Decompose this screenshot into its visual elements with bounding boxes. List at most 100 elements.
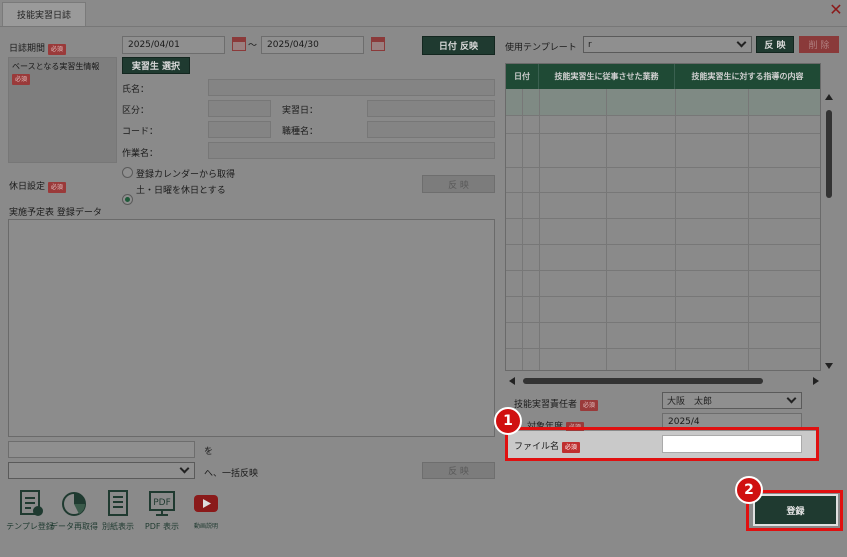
chevron-down-icon [786,393,797,404]
grid-header-date: 日付 [506,64,539,89]
date-to-input[interactable]: 2025/04/30 [261,36,364,54]
work-name-label: 作業名： [122,149,159,159]
grid-divider [522,89,523,370]
tool-label: 動画説明 [193,523,218,530]
holiday-label: 休日設定 必須 [9,179,66,193]
plan-data-label: 実施予定表 登録データ [9,208,102,218]
table-row[interactable] [506,134,820,168]
calendar-icon[interactable] [371,37,385,51]
template-label: 使用テンプレート [505,43,577,53]
data-refetch-icon [62,492,86,516]
division-label: 区分： [122,106,150,116]
template-register-button[interactable]: テンプレ登録 [6,488,54,532]
template-value: r [588,39,592,50]
radio-weekend-label: 土・日曜を休日とする [136,186,226,196]
calendar-icon[interactable] [232,37,246,51]
attachment-view-icon [108,490,128,516]
scroll-down-icon[interactable] [825,363,833,369]
callout-badge-2: 2 [735,476,763,504]
responsible-value: 大阪 太郎 [667,397,713,407]
scroll-up-icon[interactable] [825,94,833,100]
table-row[interactable] [506,297,820,323]
plan-data-textarea[interactable] [8,219,495,437]
scroll-thumb-horizontal[interactable] [523,378,763,384]
svg-text:PDF: PDF [153,498,171,508]
video-explanation-button[interactable]: 動画説明 [184,488,228,532]
daily-log-grid: 日付 技能実習生に従事させた業務 技能実習生に対する指導の内容 指導 [505,63,821,371]
grid-divider [606,89,607,370]
template-reflect-button[interactable]: 反 映 [756,36,794,53]
required-badge: 必須 [47,182,66,193]
required-badge: 必須 [12,74,31,85]
grid-divider [748,89,749,370]
responsible-label: 技能実習責任者 必須 [514,397,598,411]
tool-label: 別紙表示 [102,522,134,531]
grid-header-guidance: 技能実習生に対する指導の内容 [675,64,820,89]
practice-day-field [367,100,495,117]
code-field [208,121,271,138]
required-badge: 必須 [579,400,598,411]
select-trainee-button[interactable]: 実習生 選択 [122,57,190,74]
target-select[interactable] [8,462,195,479]
table-row[interactable] [506,89,820,116]
wo-label: を [204,447,214,457]
callout-frame-1 [505,427,819,461]
template-register-icon [20,490,43,516]
vertical-scrollbar[interactable] [822,90,835,371]
template-select[interactable]: r [583,36,752,53]
table-row[interactable] [506,116,820,134]
table-row[interactable] [506,245,820,271]
name-field [208,79,495,96]
division-field [208,100,271,117]
grid-divider [539,89,540,370]
grid-divider [675,89,676,370]
tool-label: テンプレ登録 [6,522,54,531]
horizontal-scrollbar[interactable] [505,374,821,388]
job-type-label: 職種名： [282,127,319,137]
tool-label: データ再取得 [50,522,98,531]
job-type-field [367,121,495,138]
close-icon[interactable]: ✕ [829,2,843,18]
responsible-select[interactable]: 大阪 太郎 [662,392,802,409]
code-label: コード： [122,127,159,137]
tool-label: PDF 表示 [144,522,180,531]
source-input[interactable] [8,441,195,458]
table-row[interactable] [506,193,820,219]
base-info-box: ベースとなる実習生情報 必須 [8,57,117,163]
table-row[interactable] [506,219,820,245]
tab-title: 技能実習日誌 [16,11,71,21]
bulk-reflect-label: へ、一括反映 [204,469,259,479]
radio-calendar-label: 登録カレンダーから取得 [136,170,236,180]
period-label: 日誌期間 必須 [9,41,66,55]
chevron-down-icon [736,37,747,48]
table-row[interactable] [506,323,820,349]
attachment-view-button[interactable]: 別紙表示 [96,488,140,532]
required-badge: 必須 [47,44,66,55]
grid-header-duties: 技能実習生に従事させた業務 [539,64,675,89]
chevron-down-icon [179,463,190,474]
pdf-view-icon: PDF [149,491,175,516]
pdf-view-button[interactable]: PDF PDF 表示 [140,488,184,532]
scroll-right-icon[interactable] [813,377,819,385]
bottom-toolbar: テンプレ登録 データ再取得 別紙表示 PDF PDF 表示 動画説明 [6,488,228,532]
name-label: 氏名： [122,85,150,95]
table-row[interactable] [506,168,820,193]
work-name-field [208,142,495,159]
scroll-left-icon[interactable] [509,377,515,385]
template-delete-button[interactable]: 削 除 [799,36,839,53]
data-refetch-button[interactable]: データ再取得 [50,488,98,532]
holiday-reflect-button[interactable]: 反 映 [422,175,495,193]
bulk-reflect-button[interactable]: 反 映 [422,462,495,479]
date-from-input[interactable]: 2025/04/01 [122,36,225,54]
radio-weekend[interactable] [122,194,133,205]
video-explanation-icon [194,495,218,512]
base-info-label: ベースとなる実習生情報 [12,62,100,71]
header-divider [0,26,847,27]
tab-daily-log[interactable]: 技能実習日誌 [2,2,86,26]
radio-calendar[interactable] [122,167,133,178]
tilde-label: 〜 [248,41,258,51]
scroll-thumb[interactable] [826,110,832,198]
callout-badge-1: 1 [494,407,522,435]
table-row[interactable] [506,271,820,297]
date-reflect-button[interactable]: 日付 反映 [422,36,495,55]
